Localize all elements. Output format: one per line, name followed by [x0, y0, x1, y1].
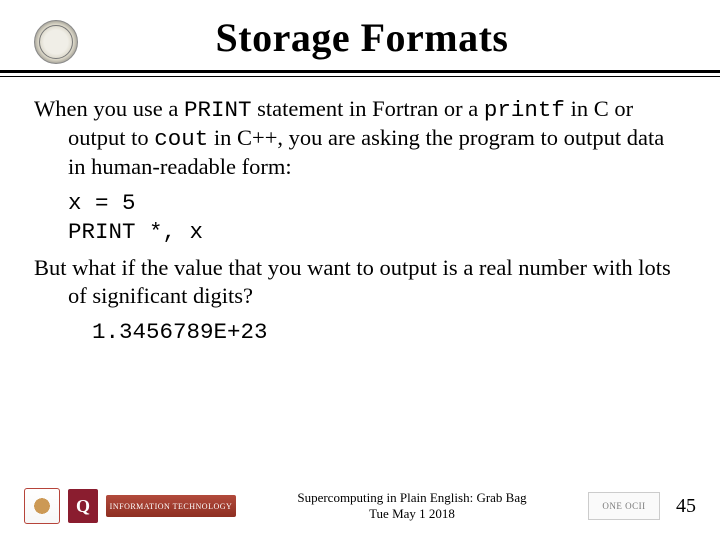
body: When you use a PRINT statement in Fortra…: [34, 95, 686, 346]
code-printf: printf: [484, 97, 565, 123]
code-line-3: 1.3456789E+23: [34, 318, 686, 346]
code-print: PRINT: [184, 97, 252, 123]
text: When you use a: [34, 96, 184, 121]
code-line-2: PRINT *, x: [34, 218, 686, 246]
footer-line-1: Supercomputing in Plain English: Grab Ba…: [236, 490, 588, 506]
page-number: 45: [676, 495, 696, 518]
ou-seal-icon: [34, 20, 78, 64]
footer-logos-left: Q INFORMATION TECHNOLOGY: [24, 488, 236, 524]
footer-right: ONE OCII 45: [588, 492, 696, 520]
code-cout: cout: [154, 126, 208, 152]
paragraph-2: But what if the value that you want to o…: [34, 254, 686, 310]
oscer-logo-icon: [24, 488, 60, 524]
title-rules: [34, 70, 686, 77]
code-line-1: x = 5: [34, 189, 686, 217]
text: statement in Fortran or a: [251, 96, 483, 121]
header: Storage Formats: [34, 14, 686, 64]
ou-logo-icon: Q: [68, 489, 98, 523]
divider-thick: [0, 70, 720, 73]
footer-caption: Supercomputing in Plain English: Grab Ba…: [236, 490, 588, 523]
onecii-logo-icon: ONE OCII: [588, 492, 660, 520]
slide: Storage Formats When you use a PRINT sta…: [0, 0, 720, 540]
footer: Q INFORMATION TECHNOLOGY Supercomputing …: [0, 488, 720, 524]
it-logo-icon: INFORMATION TECHNOLOGY: [106, 495, 236, 517]
slide-title: Storage Formats: [78, 14, 686, 61]
paragraph-1: When you use a PRINT statement in Fortra…: [34, 95, 686, 181]
footer-line-2: Tue May 1 2018: [236, 506, 588, 522]
divider-thin: [0, 76, 720, 77]
